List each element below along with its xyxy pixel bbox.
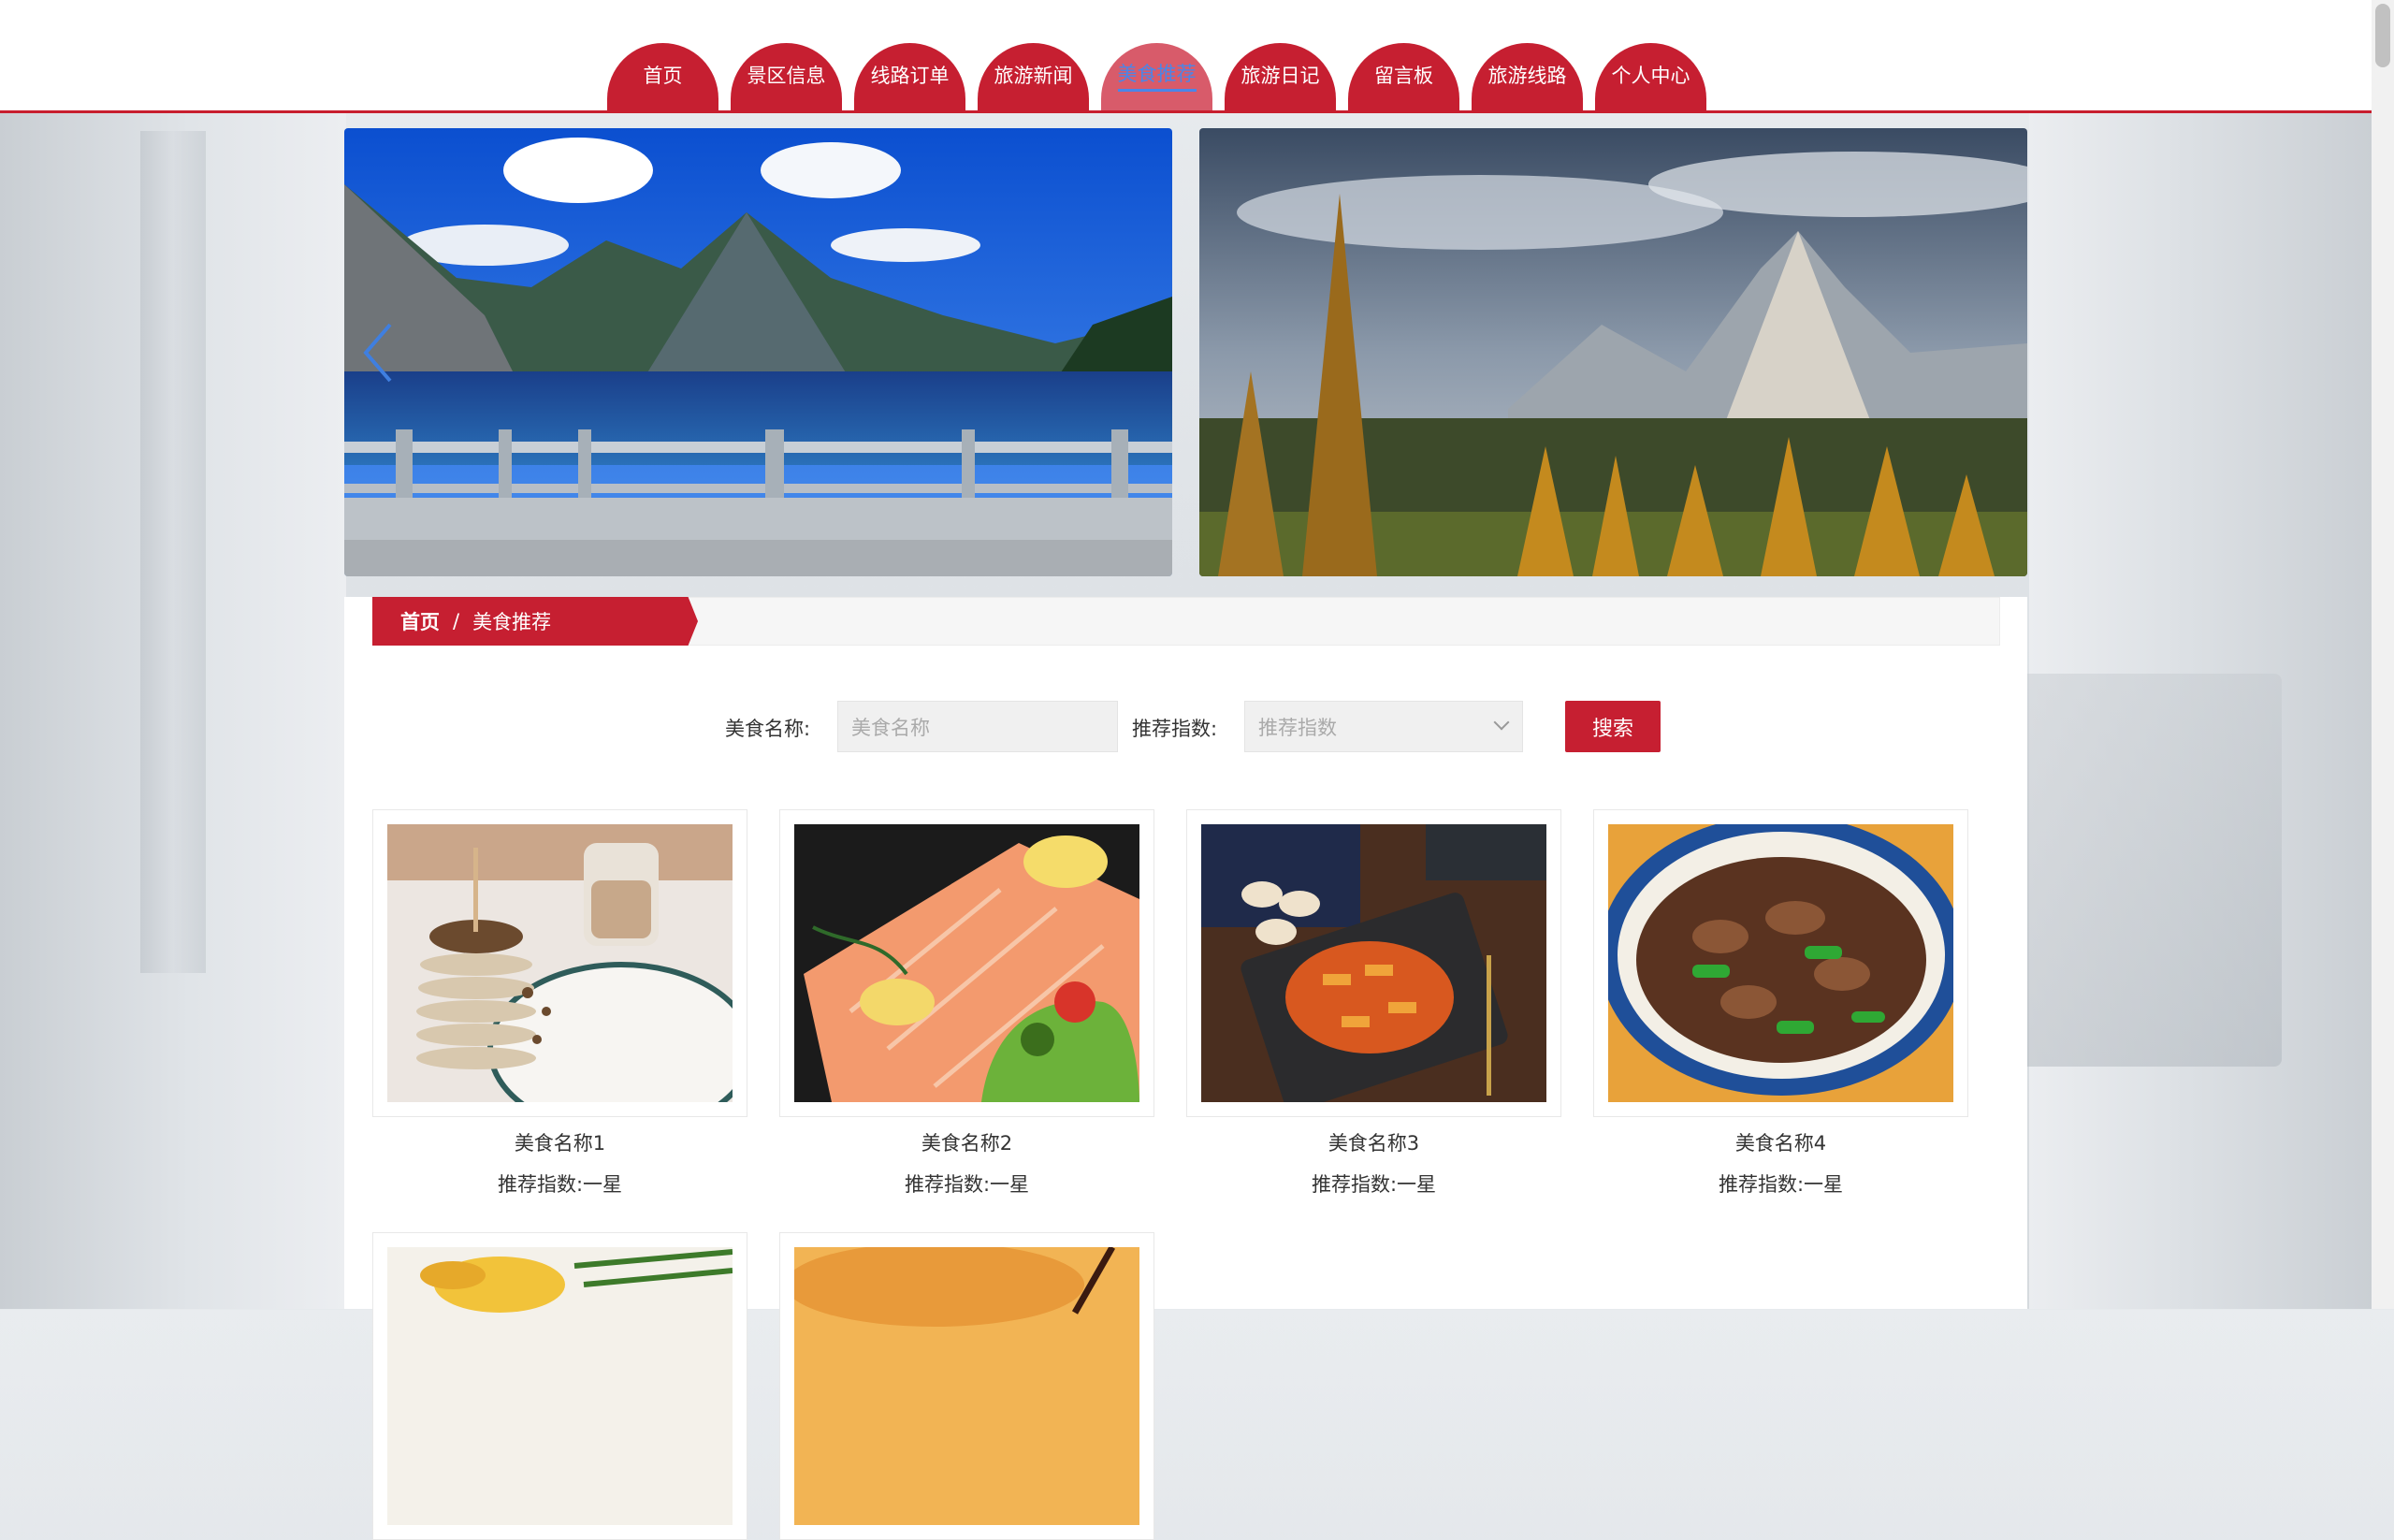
food-image-pancakes: [387, 824, 733, 1102]
nav-item-scenic-info[interactable]: 景区信息: [731, 43, 842, 110]
nav-item-travel-diary[interactable]: 旅游日记: [1225, 43, 1336, 110]
food-card[interactable]: 美食名称3 推荐指数:一星: [1186, 809, 1561, 1198]
rating-select[interactable]: 推荐指数: [1244, 701, 1523, 752]
main-nav: 首页 景区信息 线路订单 旅游新闻 美食推荐 旅游日记 留言板 旅游线路 个人中…: [607, 43, 1706, 110]
nav-item-home[interactable]: 首页: [607, 43, 718, 110]
food-image-potato-wedges: [387, 1247, 733, 1525]
food-name: 美食名称4: [1734, 1132, 1827, 1155]
carousel-prev-icon[interactable]: [360, 321, 398, 385]
breadcrumb-home[interactable]: 首页: [400, 607, 440, 635]
nav-item-travel-news[interactable]: 旅游新闻: [978, 43, 1089, 110]
food-rating: 推荐指数:一星: [1311, 1173, 1437, 1196]
nav-item-route-orders[interactable]: 线路订单: [854, 43, 965, 110]
background-architecture: [2001, 674, 2282, 1067]
food-card[interactable]: 美食名称2 推荐指数:一星: [779, 809, 1154, 1198]
autumn-mountain-image: [1199, 128, 2027, 576]
food-card[interactable]: 美食名称1 推荐指数:一星: [372, 809, 747, 1198]
food-name: 美食名称1: [514, 1132, 606, 1155]
food-rating: 推荐指数:一星: [497, 1173, 623, 1196]
header: 首页 景区信息 线路订单 旅游新闻 美食推荐 旅游日记 留言板 旅游线路 个人中…: [0, 0, 2372, 113]
page-scrollbar[interactable]: [2372, 0, 2394, 1309]
banner-lake-mountain[interactable]: [344, 128, 1172, 576]
nav-item-message-board[interactable]: 留言板: [1348, 43, 1459, 110]
food-image-noodle-soup: [794, 1247, 1139, 1525]
food-name: 美食名称2: [921, 1132, 1013, 1155]
search-bar: 美食名称: 美食名称 推荐指数: 推荐指数 搜索: [344, 701, 2027, 752]
food-rating: 推荐指数:一星: [904, 1173, 1030, 1196]
food-card[interactable]: 美食名称4 推荐指数:一星: [1593, 809, 1968, 1198]
background-pillar: [140, 131, 206, 973]
breadcrumb-separator: /: [453, 610, 460, 632]
food-image-braised-dish: [1201, 824, 1546, 1102]
scrollbar-thumb[interactable]: [2375, 4, 2390, 67]
food-card[interactable]: [779, 1232, 1154, 1540]
main-content: 首页 / 美食推荐 美食名称: 美食名称 推荐指数: 推荐指数 搜索 美食名称1…: [344, 597, 2027, 1540]
food-name: 美食名称3: [1328, 1132, 1420, 1155]
food-name-label: 美食名称:: [725, 718, 811, 740]
banner-autumn-mountain[interactable]: [1199, 128, 2027, 576]
rating-label: 推荐指数:: [1132, 718, 1218, 740]
breadcrumb-current: 美食推荐: [472, 611, 552, 633]
nav-item-food[interactable]: 美食推荐: [1101, 43, 1212, 110]
food-image-stir-fry: [1608, 824, 1953, 1102]
nav-item-user-center[interactable]: 个人中心: [1595, 43, 1706, 110]
lake-mountain-image: [344, 128, 1172, 576]
search-button[interactable]: 搜索: [1565, 701, 1661, 752]
food-name-input[interactable]: 美食名称: [837, 701, 1118, 752]
food-card[interactable]: [372, 1232, 747, 1540]
food-rating: 推荐指数:一星: [1718, 1173, 1844, 1196]
nav-item-travel-routes[interactable]: 旅游线路: [1472, 43, 1583, 110]
food-image-salmon: [794, 824, 1139, 1102]
breadcrumb: 首页 / 美食推荐: [372, 597, 698, 646]
chevron-down-icon: [1493, 714, 1510, 731]
